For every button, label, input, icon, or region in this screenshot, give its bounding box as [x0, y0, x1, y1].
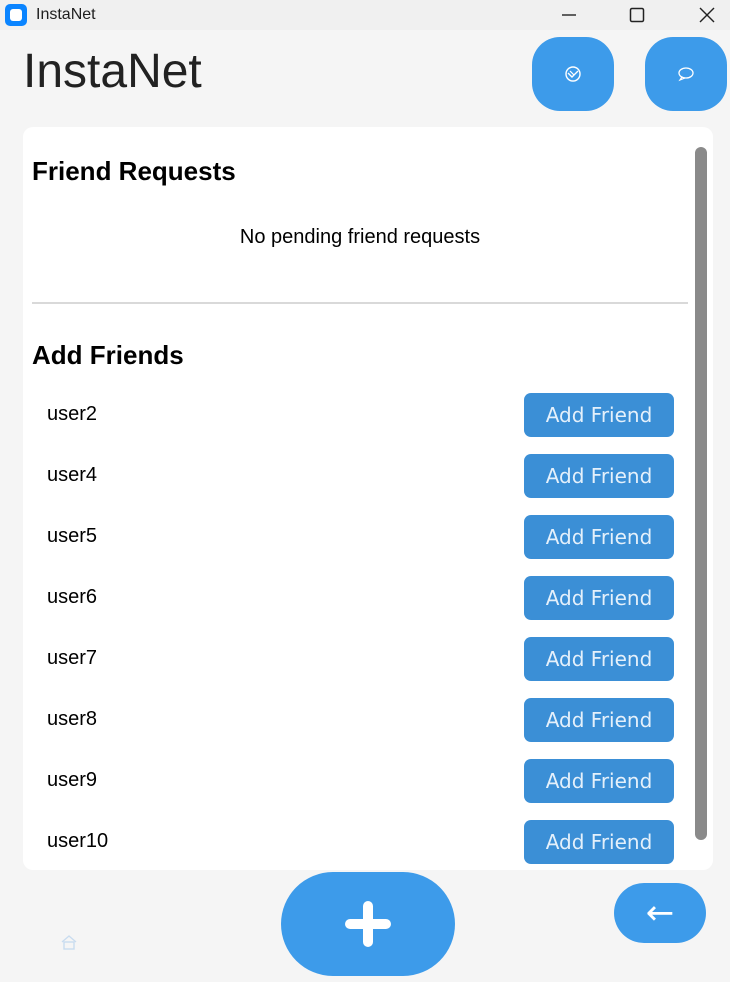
- empty-requests-message: No pending friend requests: [239, 226, 481, 248]
- list-item: user7 Add Friend: [32, 637, 674, 681]
- list-item: user5 Add Friend: [32, 515, 674, 559]
- messages-button[interactable]: [645, 37, 727, 111]
- add-friend-button[interactable]: Add Friend: [524, 454, 674, 498]
- app-title: InstaNet: [23, 45, 202, 98]
- minimize-icon: [562, 14, 576, 16]
- maximize-button[interactable]: [614, 0, 660, 30]
- plus-icon: [345, 901, 391, 947]
- friends-button[interactable]: [532, 37, 614, 111]
- maximize-icon: [629, 7, 645, 23]
- add-friends-title: Add Friends: [32, 340, 184, 370]
- section-divider: [32, 302, 688, 304]
- scrollbar[interactable]: [695, 147, 707, 840]
- close-button[interactable]: [684, 0, 730, 30]
- username-label: user2: [47, 403, 98, 425]
- back-button[interactable]: ←: [614, 883, 706, 943]
- list-item: user9 Add Friend: [32, 759, 674, 803]
- username-label: user5: [47, 525, 98, 547]
- username-label: user7: [47, 647, 98, 669]
- close-icon: [699, 7, 715, 23]
- home-button[interactable]: [60, 934, 78, 955]
- username-label: user10: [47, 830, 109, 852]
- home-icon: [61, 935, 77, 950]
- app-icon: [5, 4, 27, 26]
- window-title: InstaNet: [36, 6, 96, 23]
- list-item: user4 Add Friend: [32, 454, 674, 498]
- minimize-button[interactable]: [546, 0, 592, 30]
- list-item: user8 Add Friend: [32, 698, 674, 742]
- list-item: user10 Add Friend: [32, 820, 674, 864]
- username-label: user4: [47, 464, 98, 486]
- list-item: user2 Add Friend: [32, 393, 674, 437]
- username-label: user9: [47, 769, 98, 791]
- username-label: user6: [47, 586, 98, 608]
- add-friend-button[interactable]: Add Friend: [524, 576, 674, 620]
- list-item: user6 Add Friend: [32, 576, 674, 620]
- add-friend-button[interactable]: Add Friend: [524, 637, 674, 681]
- chat-bubble-icon: [678, 67, 694, 82]
- add-friend-button[interactable]: Add Friend: [524, 698, 674, 742]
- friends-panel: Friend Requests No pending friend reques…: [23, 127, 713, 870]
- add-friend-button[interactable]: Add Friend: [524, 515, 674, 559]
- add-friend-button[interactable]: Add Friend: [524, 820, 674, 864]
- username-label: user8: [47, 708, 98, 730]
- add-friend-button[interactable]: Add Friend: [524, 393, 674, 437]
- create-post-button[interactable]: [281, 872, 455, 976]
- window-titlebar: InstaNet: [0, 0, 730, 30]
- friend-requests-title: Friend Requests: [32, 156, 236, 186]
- handshake-icon: [565, 66, 581, 82]
- add-friend-button[interactable]: Add Friend: [524, 759, 674, 803]
